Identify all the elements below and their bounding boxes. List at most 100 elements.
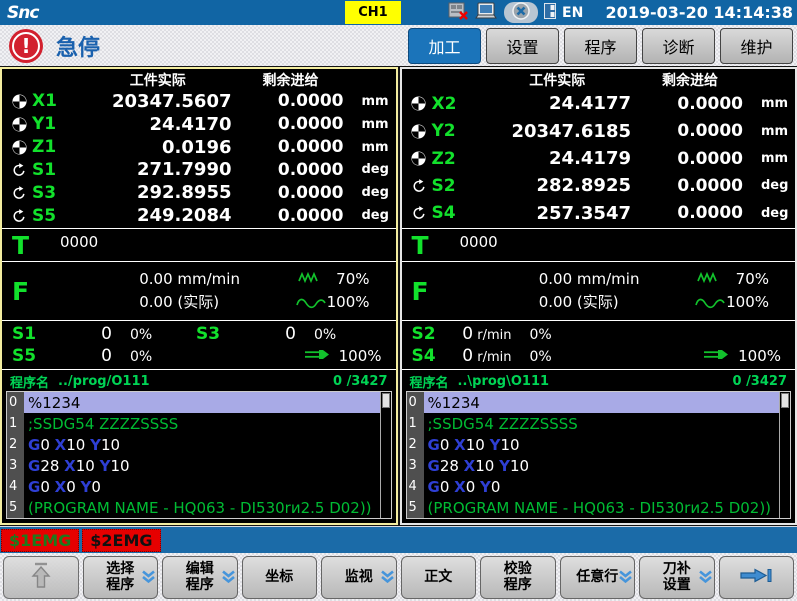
program-scrollbar[interactable] xyxy=(380,392,391,518)
program-current-line: 0 xyxy=(333,374,342,389)
channel-indicator[interactable]: CH1 xyxy=(345,1,401,24)
program-line-4[interactable]: 4G0 X0 Y0 xyxy=(407,476,780,497)
program-header: 程序名 ..\prog\O111 0 /3427 xyxy=(402,370,796,390)
spindle-name: S2 xyxy=(402,324,446,344)
program-line-4[interactable]: 4G0 X0 Y0 xyxy=(7,476,380,497)
spindle-speed: 0 xyxy=(230,324,296,344)
program-total-lines: /3427 xyxy=(746,374,787,389)
tool-section: T 0000 xyxy=(2,228,396,261)
axis-name: Y1 xyxy=(32,114,84,134)
line-number: 5 xyxy=(407,497,424,518)
spindle-override: 100% xyxy=(703,346,795,365)
axis-name: Z1 xyxy=(32,137,84,157)
program-listing[interactable]: 0%12341;SSDG54 ZZZZSSSS2G0 X10 Y103G28 X… xyxy=(6,391,392,519)
line-code: G0 X0 Y0 xyxy=(424,476,780,497)
spindle-name: S1 xyxy=(2,324,46,344)
spindle-row: S500%100% xyxy=(2,346,396,366)
program-listing[interactable]: 0%12341;SSDG54 ZZZZSSSS2G0 X10 Y103G28 X… xyxy=(406,391,792,519)
program-line-1[interactable]: 1;SSDG54 ZZZZSSSS xyxy=(7,413,380,434)
axis-position-table: 工件实际 剩余进给 X120347.56070.0000mmY124.41700… xyxy=(2,69,396,228)
line-number: 1 xyxy=(407,413,424,434)
tab-machining[interactable]: 加工 xyxy=(408,28,481,64)
tool-label: T xyxy=(402,233,448,258)
axis-unit: mm xyxy=(350,140,392,155)
axis-row-s2: S2282.89250.0000deg xyxy=(406,172,792,199)
axis-actual-value: 292.8955 xyxy=(84,182,232,203)
program-line-3[interactable]: 3G28 X10 Y10 xyxy=(7,455,380,476)
page-up-button[interactable] xyxy=(3,556,79,599)
verify-program-button[interactable]: 校验程序 xyxy=(480,556,556,599)
axis-remaining-value: 0.0000 xyxy=(631,203,749,223)
line-code: %1234 xyxy=(424,392,780,413)
program-line-1[interactable]: 1;SSDG54 ZZZZSSSS xyxy=(407,413,780,434)
program-line-2[interactable]: 2G0 X10 Y10 xyxy=(407,434,780,455)
tool-number: 0000 xyxy=(60,233,98,251)
col-remaining-feed: 剩余进给 xyxy=(631,70,749,90)
program-path: ..\prog\O111 xyxy=(458,374,550,389)
program-line-0[interactable]: 0%1234 xyxy=(7,392,380,413)
spindle-speed: 0 xyxy=(46,346,112,366)
edit-program-button[interactable]: 编辑程序 xyxy=(162,556,238,599)
titlebar: Snc CH1 xyxy=(0,0,797,25)
axis-name: S2 xyxy=(432,176,484,196)
feed-section: F 0.00 mm/min 0.00 (实际) 70% 100% xyxy=(402,261,796,320)
scrollbar-thumb[interactable] xyxy=(382,393,390,408)
any-line-button[interactable]: 任意行 xyxy=(560,556,636,599)
tab-diagnosis[interactable]: 诊断 xyxy=(642,28,715,64)
tab-maintenance[interactable]: 维护 xyxy=(720,28,793,64)
next-page-button[interactable] xyxy=(719,556,795,599)
program-scrollbar[interactable] xyxy=(779,392,790,518)
spindle-override-pct: 100% xyxy=(738,347,781,365)
spindle-section: S100%S300%S500%100% xyxy=(2,320,396,369)
spindle-load-pct: 0% xyxy=(314,327,370,343)
axis-row-z1: Z10.01960.0000mm xyxy=(6,136,392,159)
softkey-label: 监视 xyxy=(345,569,373,585)
rapid-override-icon xyxy=(298,268,324,287)
feed-override-icon xyxy=(695,295,725,314)
tab-settings[interactable]: 设置 xyxy=(486,28,559,64)
axis-row-x1: X120347.56070.0000mm xyxy=(6,90,392,113)
program-line-5[interactable]: 5(PROGRAM NAME - HQ063 - DI530rи2.5 D02)… xyxy=(7,497,380,518)
monitor-button[interactable]: 监视 xyxy=(321,556,397,599)
axis-remaining-value: 0.0000 xyxy=(631,176,749,196)
scrollbar-thumb[interactable] xyxy=(781,393,789,408)
axis-actual-value: 257.3547 xyxy=(484,203,632,224)
laptop-icon xyxy=(474,2,498,24)
tool-comp-settings-button[interactable]: 刀补设置 xyxy=(639,556,715,599)
axis-name: X1 xyxy=(32,91,84,111)
coordinates-button[interactable]: 坐标 xyxy=(242,556,318,599)
program-header: 程序名 ../prog/O111 0 /3427 xyxy=(2,370,396,390)
program-line-0[interactable]: 0%1234 xyxy=(407,392,780,413)
text-button[interactable]: 正文 xyxy=(401,556,477,599)
tab-program[interactable]: 程序 xyxy=(564,28,637,64)
alarm-chip-s1emg: $1EMG xyxy=(1,529,79,552)
axis-remaining-value: 0.0000 xyxy=(631,149,749,169)
axis-table-header: 工件实际 剩余进给 xyxy=(406,70,792,90)
tool-section: T 0000 xyxy=(402,228,796,261)
select-program-button[interactable]: 选择程序 xyxy=(83,556,159,599)
line-code: G0 X10 Y10 xyxy=(424,434,780,455)
rotary-icon xyxy=(6,186,32,200)
axis-name: Y2 xyxy=(432,121,484,141)
rotary-icon xyxy=(406,206,432,220)
rapid-override-pct: 70% xyxy=(327,268,370,291)
line-code: ;SSDG54 ZZZZSSSS xyxy=(424,413,780,434)
program-line-5[interactable]: 5(PROGRAM NAME - HQ063 - DI530rи2.5 D02)… xyxy=(407,497,780,518)
channel-2-panel: 工件实际 剩余进给 X224.41770.0000mmY220347.61850… xyxy=(400,67,797,525)
tool-number: 0000 xyxy=(460,233,498,251)
axis-unit: mm xyxy=(749,151,791,166)
program-line-3[interactable]: 3G28 X10 Y10 xyxy=(407,455,780,476)
softkey-label: 正文 xyxy=(424,569,452,585)
axis-actual-value: 271.7990 xyxy=(84,159,232,180)
emergency-stop-icon: ! xyxy=(9,29,43,63)
language-indicator[interactable]: EN xyxy=(562,5,583,21)
program-line-2[interactable]: 2G0 X10 Y10 xyxy=(7,434,380,455)
spindle-name: S4 xyxy=(402,346,446,366)
origin-icon xyxy=(406,96,432,111)
alarm-status: ! 急停 xyxy=(0,29,100,63)
spindle-override: 100% xyxy=(304,346,396,365)
main-area: 工件实际 剩余进给 X120347.56070.0000mmY124.41700… xyxy=(0,66,797,526)
axis-actual-value: 249.2084 xyxy=(84,205,232,226)
spindle-speed: 0 r/min xyxy=(446,346,512,366)
line-number: 4 xyxy=(407,476,424,497)
